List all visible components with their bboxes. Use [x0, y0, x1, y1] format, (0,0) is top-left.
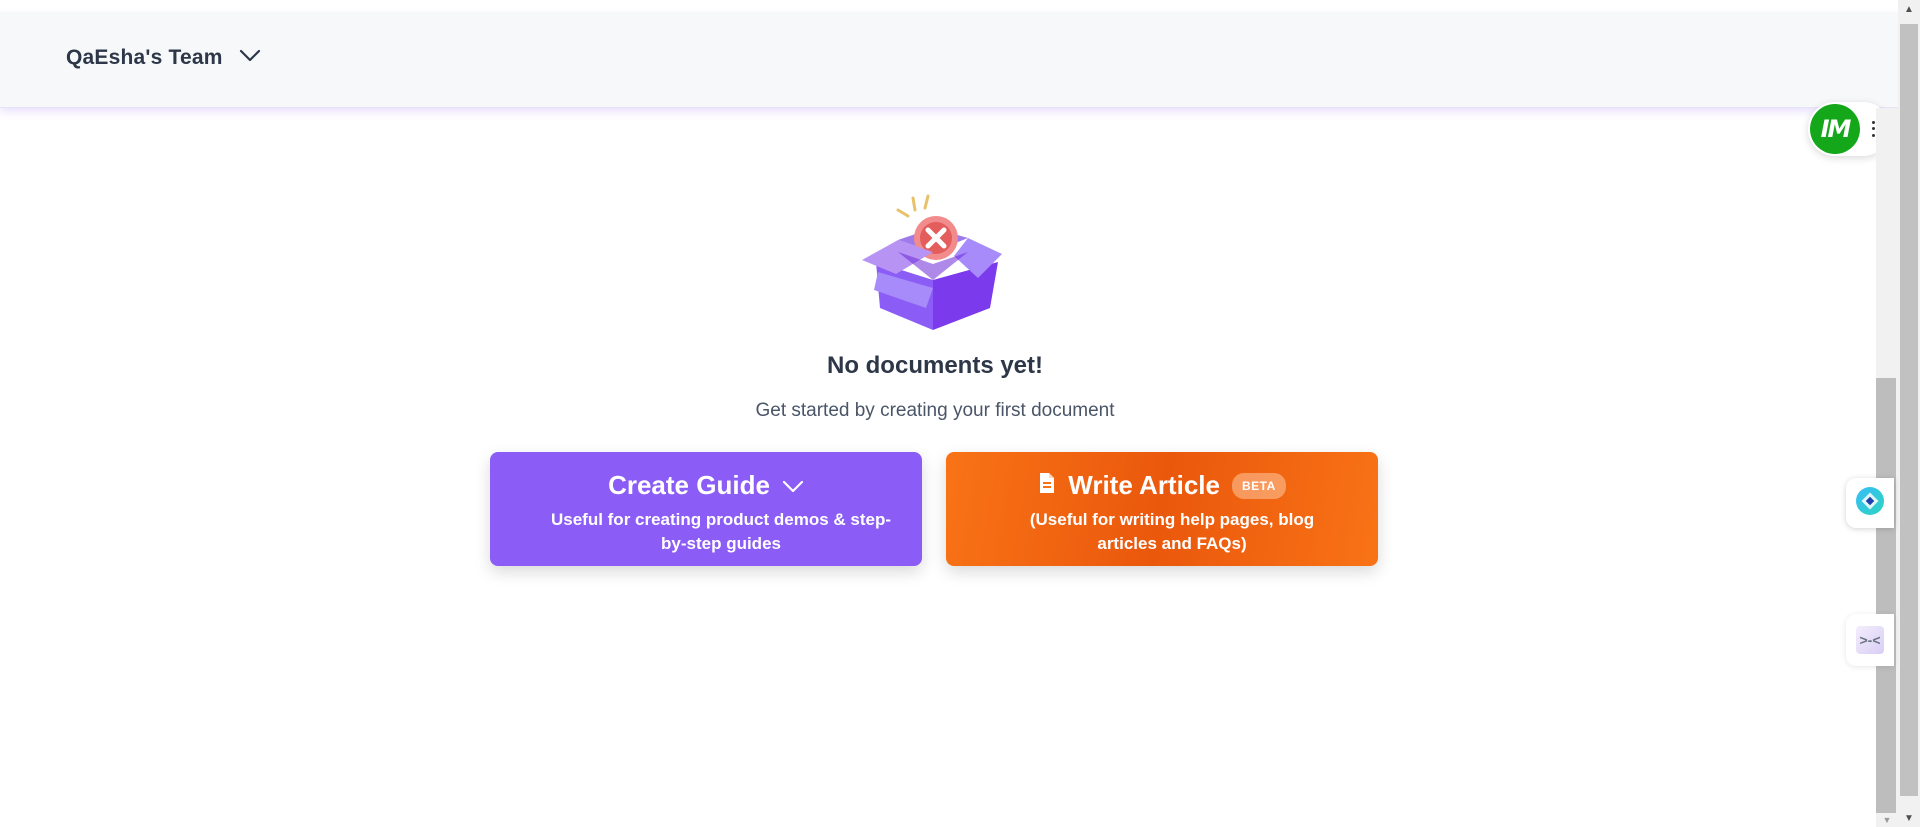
write-article-label: Write Article — [1068, 470, 1220, 500]
assistant-orb-icon[interactable] — [1855, 486, 1885, 521]
create-guide-description: Useful for creating product demos & step… — [550, 510, 892, 553]
page-scrollbar-thumb[interactable] — [1900, 24, 1918, 796]
beta-badge: BETA — [1231, 472, 1286, 499]
content-scrollbar-thumb[interactable] — [1876, 378, 1896, 813]
team-name: QaEsha's Team — [66, 46, 223, 69]
create-guide-label: Create Guide — [608, 470, 770, 500]
assistant-widget[interactable] — [1846, 478, 1894, 528]
scroll-down-icon[interactable]: ▼ — [1898, 809, 1920, 827]
page-scrollbar[interactable]: ▲ ▼ — [1898, 0, 1920, 827]
write-article-description: (Useful for writing help pages, blog art… — [1029, 510, 1315, 553]
empty-state-title: No documents yet! — [826, 352, 1044, 379]
team-switcher[interactable]: QaEsha's Team — [66, 46, 261, 70]
write-article-button[interactable]: Write Article BETA (Useful for writing h… — [946, 452, 1378, 566]
collapse-icon[interactable]: >-< — [1856, 626, 1884, 654]
chevron-down-icon — [239, 49, 261, 68]
create-guide-button[interactable]: Create Guide Useful for creating product… — [490, 452, 922, 566]
scroll-up-icon[interactable]: ▲ — [1898, 0, 1920, 18]
empty-box-illustration — [858, 190, 1008, 340]
create-guide-header: Create Guide — [490, 470, 922, 501]
collapse-widget[interactable]: >-< — [1846, 614, 1894, 666]
write-article-header: Write Article BETA — [946, 470, 1378, 501]
chevron-down-icon[interactable] — [782, 470, 804, 501]
top-strip — [0, 0, 1898, 12]
app-header: QaEsha's Team — [0, 12, 1898, 108]
empty-state-subtitle: Get started by creating your first docum… — [755, 400, 1115, 421]
avatar[interactable]: IM — [1810, 104, 1860, 154]
document-icon — [1038, 470, 1056, 501]
content-scroll-down-icon[interactable]: ▼ — [1876, 813, 1898, 827]
